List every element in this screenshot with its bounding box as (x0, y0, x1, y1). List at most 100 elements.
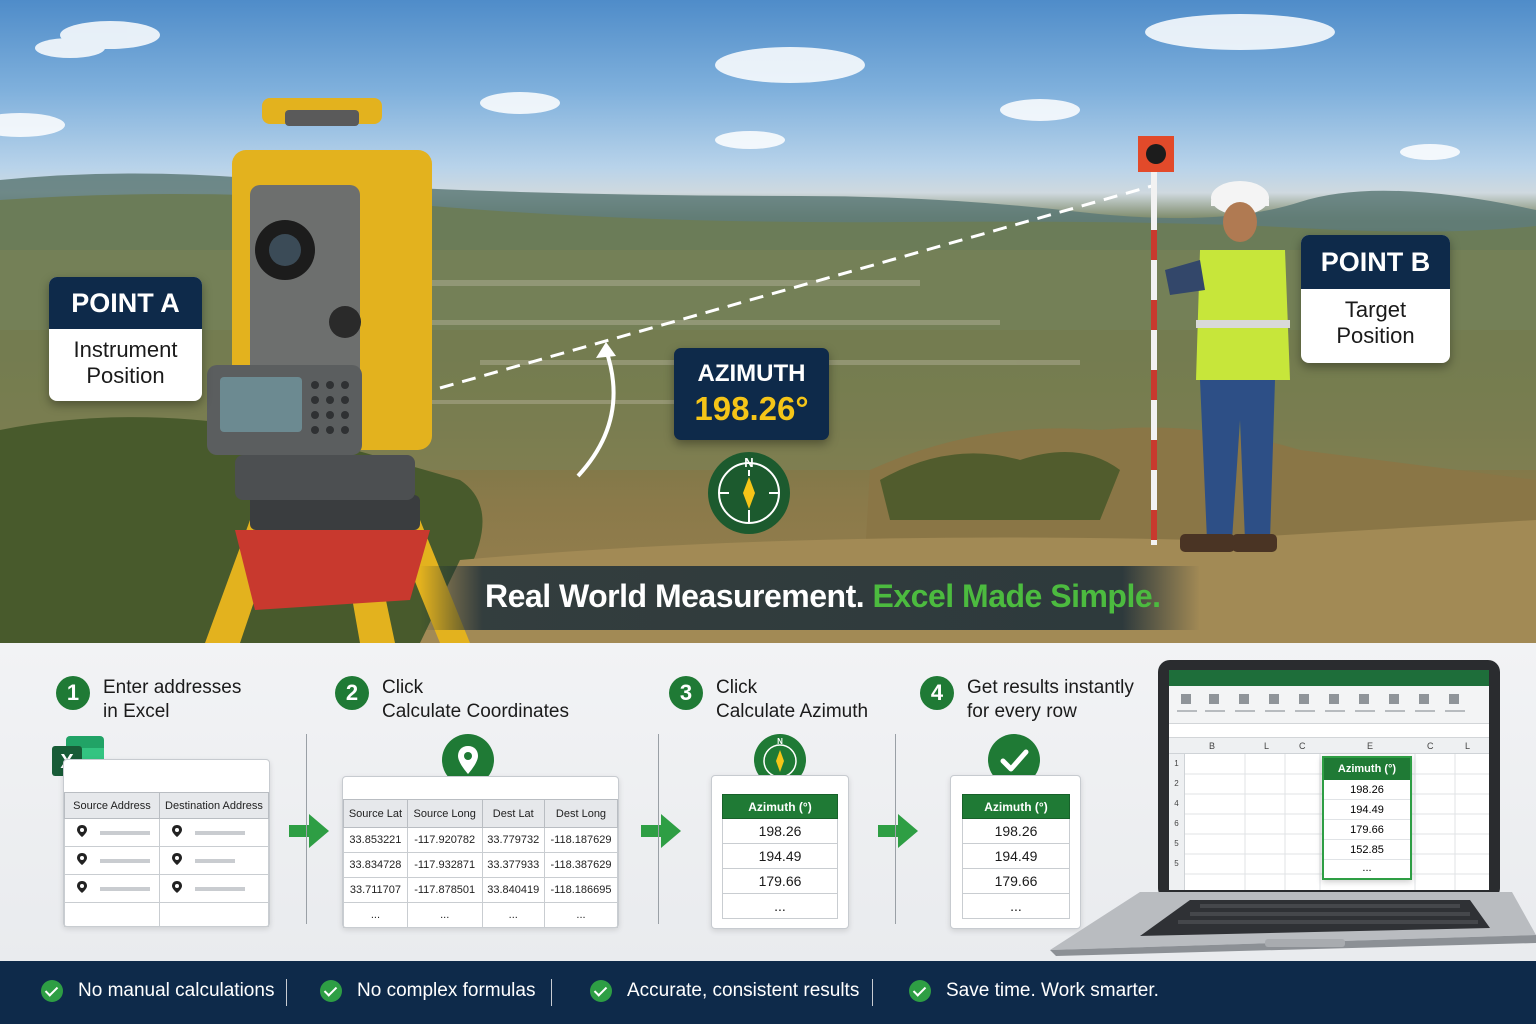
row-number[interactable]: 4 (1169, 794, 1184, 814)
address-row[interactable] (64, 846, 270, 875)
azimuth-readout: AZIMUTH 198.26° (674, 348, 829, 440)
benefit-text: Accurate, consistent results (627, 980, 860, 1001)
step-2-number: 2 (335, 676, 369, 710)
address-row[interactable] (64, 818, 270, 847)
point-a-line1: Instrument (73, 337, 178, 362)
table-row[interactable]: 33.711707 -117.878501 33.840419 -118.186… (343, 877, 619, 903)
table-cell[interactable]: -118.387629 (543, 852, 619, 878)
table-row[interactable]: 33.853221 -117.920782 33.779732 -118.187… (343, 827, 619, 853)
step-2-line2: Calculate Coordinates (382, 701, 569, 722)
laptop-azimuth-header[interactable]: Azimuth (°) (1324, 758, 1410, 780)
step-2-line1: Click (382, 677, 424, 698)
location-pin-icon (171, 825, 182, 840)
total-station (207, 98, 432, 500)
azimuth-cell[interactable]: 198.26 (722, 818, 838, 844)
footer-divider (872, 979, 873, 1006)
table-cell[interactable]: ... (543, 902, 619, 928)
row-number[interactable]: 1 (1169, 754, 1184, 774)
step-3-line2: Calculate Azimuth (716, 701, 869, 722)
table-cell[interactable]: ... (343, 902, 408, 928)
point-b-title: POINT B (1301, 235, 1450, 289)
address-header-destination: Destination Address (158, 792, 270, 819)
table-cell[interactable]: 33.853221 (343, 827, 408, 853)
benefits-footer: No manual calculations No complex formul… (0, 961, 1536, 1024)
arrow-right-icon (641, 814, 681, 848)
point-b-label: POINT B Target Position (1301, 235, 1450, 363)
table-cell[interactable]: -117.932871 (406, 852, 483, 878)
column-header[interactable]: L (1465, 741, 1470, 751)
laptop-azimuth-cell[interactable]: ... (1324, 860, 1410, 878)
table-cell[interactable]: 33.779732 (481, 827, 545, 853)
table-cell[interactable]: -117.920782 (406, 827, 483, 853)
row-number[interactable]: 6 (1169, 814, 1184, 834)
laptop-azimuth-cell[interactable]: 152.85 (1324, 840, 1410, 860)
placeholder-line (100, 830, 151, 835)
row-number[interactable]: 5 (1169, 834, 1184, 854)
table-cell[interactable]: ... (406, 902, 483, 928)
placeholder-line (195, 830, 245, 835)
azimuth-cell[interactable]: ... (722, 893, 838, 919)
laptop: B L C E C L 1 2 4 6 5 5 Azimuth (°) 198.… (1050, 660, 1536, 961)
table-row[interactable]: ... ... ... ... (343, 902, 619, 928)
excel-ribbon (1169, 686, 1489, 724)
address-table: Source Address Destination Address (64, 792, 270, 927)
checkmark-icon (590, 980, 612, 1002)
hero-scene: POINT A Instrument Position POINT B Targ… (0, 0, 1536, 643)
checkmark-icon (41, 980, 63, 1002)
step-3-heading: 3 Click Calculate Azimuth (669, 676, 868, 724)
compass-north-letter: N (744, 455, 753, 470)
table-cell[interactable]: ... (481, 902, 545, 928)
step-3-line1: Click (716, 677, 758, 698)
table-row[interactable]: 33.834728 -117.932871 33.377933 -118.387… (343, 852, 619, 878)
table-cell[interactable]: 33.840419 (481, 877, 545, 903)
location-pin-icon (77, 881, 87, 896)
column-header[interactable]: E (1367, 741, 1373, 751)
benefit-text: Save time. Work smarter. (946, 980, 1159, 1001)
point-b-description: Target Position (1301, 289, 1450, 350)
location-pin-icon (171, 853, 182, 868)
column-header[interactable]: C (1299, 741, 1306, 751)
step-2-heading: 2 Click Calculate Coordinates (335, 676, 569, 724)
laptop-azimuth-cell[interactable]: 198.26 (1324, 780, 1410, 800)
column-header[interactable]: C (1427, 741, 1434, 751)
laptop-azimuth-cell[interactable]: 194.49 (1324, 800, 1410, 820)
step-divider (306, 734, 307, 924)
placeholder-line (195, 886, 245, 891)
arrow-right-icon (878, 814, 918, 848)
laptop-azimuth-column: Azimuth (°) 198.26 194.49 179.66 152.85 … (1322, 756, 1412, 880)
step-1-heading: 1 Enter addresses in Excel (56, 676, 241, 724)
azimuth-cell[interactable]: 194.49 (722, 843, 838, 869)
ribbon-icons (1177, 694, 1465, 712)
table-cell[interactable]: -118.186695 (543, 877, 619, 903)
excel-title-bar (1169, 670, 1489, 686)
step-1-line2: in Excel (103, 701, 170, 722)
laptop-azimuth-cell[interactable]: 179.66 (1324, 820, 1410, 840)
row-number[interactable]: 5 (1169, 854, 1184, 874)
point-a-line2: Position (86, 363, 165, 389)
address-header-source: Source Address (64, 792, 160, 819)
tagline-part1: Real World Measurement. (485, 578, 865, 614)
address-row-empty[interactable] (64, 902, 270, 927)
placeholder-line (100, 858, 151, 863)
coord-header-source-lat: Source Lat (343, 799, 408, 828)
table-cell[interactable]: -117.878501 (406, 877, 483, 903)
formula-bar[interactable] (1169, 724, 1489, 738)
table-cell[interactable]: 33.834728 (343, 852, 408, 878)
azimuth-label: AZIMUTH (697, 360, 806, 387)
table-cell[interactable]: 33.711707 (343, 877, 408, 903)
benefit-item: No manual calculations (41, 980, 274, 1002)
location-pin-icon (171, 881, 182, 896)
compass-north-letter: N (777, 737, 783, 746)
row-number[interactable]: 2 (1169, 774, 1184, 794)
address-row[interactable] (64, 874, 270, 903)
footer-divider (551, 979, 552, 1006)
table-cell[interactable]: -118.187629 (543, 827, 619, 853)
column-header[interactable]: B (1209, 741, 1215, 751)
column-header[interactable]: L (1264, 741, 1269, 751)
laptop-screen: B L C E C L 1 2 4 6 5 5 Azimuth (°) 198.… (1169, 670, 1489, 890)
table-cell[interactable]: 33.377933 (481, 852, 545, 878)
location-pin-icon (77, 825, 87, 840)
azimuth-cell[interactable]: 179.66 (722, 868, 838, 894)
azimuth-value: 198.26° (694, 390, 809, 427)
step-divider (895, 734, 896, 924)
